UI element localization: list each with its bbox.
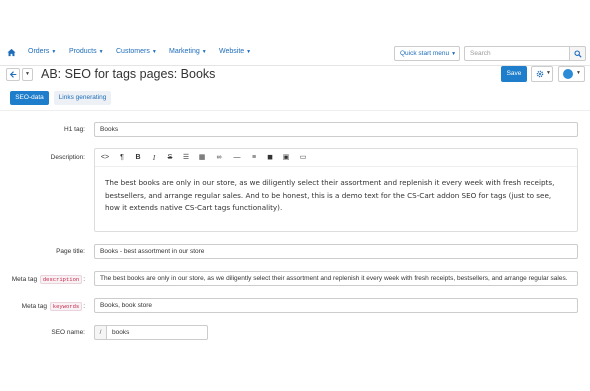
meta-description-input[interactable]: The best books are only in our store, as… (94, 271, 578, 286)
h1-tag-value: Books (100, 126, 119, 133)
meta-description-label: Meta tag description: (12, 275, 85, 284)
nav-orders-label: Orders (28, 48, 50, 55)
seo-name-value: books (112, 329, 130, 336)
meta-keywords-label: Meta tag keywords: (22, 302, 85, 311)
meta-keywords-value: Books, book store (100, 302, 153, 309)
nav-products[interactable]: Products ▼ (69, 48, 104, 55)
page-title-value: Books - best assortment in our store (100, 248, 205, 255)
settings-dropdown-button[interactable]: ▼ (531, 66, 553, 82)
nav-website-label: Website (219, 48, 245, 55)
meta-keywords-label-prefix: Meta tag (21, 303, 47, 310)
chevron-down-icon: ▼ (201, 49, 207, 55)
arrow-left-icon (10, 71, 17, 78)
strikethrough-icon[interactable]: S (165, 153, 175, 163)
h1-tag-input[interactable]: Books (94, 122, 578, 137)
chevron-down-icon: ▼ (98, 49, 104, 55)
page-title: AB: SEO for tags pages: Books (41, 67, 216, 81)
image-icon[interactable]: ▣ (281, 153, 291, 163)
gear-icon (536, 70, 544, 78)
font-color-icon[interactable]: ◼ (265, 153, 275, 163)
nav-marketing-label: Marketing (169, 48, 200, 55)
italic-icon[interactable]: I (149, 153, 159, 163)
ordered-list-icon[interactable]: ▦ (197, 153, 207, 163)
tab-seo-data[interactable]: SEO-data (10, 91, 49, 105)
nav-customers[interactable]: Customers ▼ (116, 48, 157, 55)
align-icon[interactable]: ≡ (249, 153, 259, 163)
home-icon[interactable] (7, 48, 16, 57)
h1-tag-label: H1 tag: (64, 126, 85, 133)
description-editor[interactable]: <> ¶ B I S ☰ ▦ ∞ — ≡ ◼ ▣ ▭ The best book… (94, 148, 578, 232)
bold-icon[interactable]: B (133, 153, 143, 163)
chevron-down-icon: ▼ (576, 70, 581, 76)
back-button[interactable] (6, 68, 20, 81)
chevron-down-icon: ▼ (451, 51, 457, 57)
meta-keywords-code-tag: keywords (49, 302, 83, 311)
search-input[interactable] (464, 46, 570, 61)
seo-name-label: SEO name: (51, 329, 85, 336)
tabs-divider (0, 110, 590, 111)
meta-description-value: The best books are only in our store, as… (100, 275, 568, 282)
storefront-dropdown-button[interactable]: ▼ (558, 66, 585, 82)
storefront-icon (563, 69, 573, 79)
paragraph-icon[interactable]: ¶ (117, 153, 127, 163)
nav-orders[interactable]: Orders ▼ (28, 48, 56, 55)
chevron-down-icon: ▼ (151, 49, 157, 55)
meta-description-code-tag: description (39, 275, 83, 284)
quick-start-menu-button[interactable]: Quick start menu ▼ (394, 46, 460, 61)
nav-marketing[interactable]: Marketing ▼ (169, 48, 207, 55)
chevron-down-icon: ▼ (246, 49, 252, 55)
unordered-list-icon[interactable]: ☰ (181, 153, 191, 163)
video-icon[interactable]: ▭ (298, 153, 308, 163)
nav-customers-label: Customers (116, 48, 150, 55)
description-text[interactable]: The best books are only in our store, as… (105, 177, 565, 215)
chevron-down-icon: ▼ (51, 49, 57, 55)
meta-description-label-prefix: Meta tag (11, 276, 38, 283)
seo-name-prefix: / (94, 325, 106, 340)
history-dropdown-button[interactable]: ▼ (22, 68, 33, 81)
link-icon[interactable]: ∞ (214, 153, 224, 163)
tab-links-generating[interactable]: Links generating (54, 91, 111, 105)
page-title-label: Page title: (56, 248, 85, 255)
meta-keywords-label-suffix: : (83, 303, 85, 310)
search-icon (574, 50, 582, 58)
page-title-input[interactable]: Books - best assortment in our store (94, 244, 578, 259)
horizontal-rule-icon[interactable]: — (232, 153, 242, 163)
meta-keywords-input[interactable]: Books, book store (94, 298, 578, 313)
nav-website[interactable]: Website ▼ (219, 48, 251, 55)
chevron-down-icon: ▼ (25, 71, 30, 77)
chevron-down-icon: ▼ (546, 70, 551, 76)
meta-description-label-suffix: : (83, 276, 85, 283)
seo-name-input[interactable]: books (106, 325, 208, 340)
search-button[interactable] (569, 46, 586, 61)
save-button[interactable]: Save (501, 66, 527, 82)
code-view-icon[interactable]: <> (100, 153, 110, 163)
nav-products-label: Products (69, 48, 97, 55)
description-label: Description: (50, 154, 85, 161)
editor-toolbar: <> ¶ B I S ☰ ▦ ∞ — ≡ ◼ ▣ ▭ (95, 149, 577, 167)
quick-start-label: Quick start menu (400, 50, 450, 57)
